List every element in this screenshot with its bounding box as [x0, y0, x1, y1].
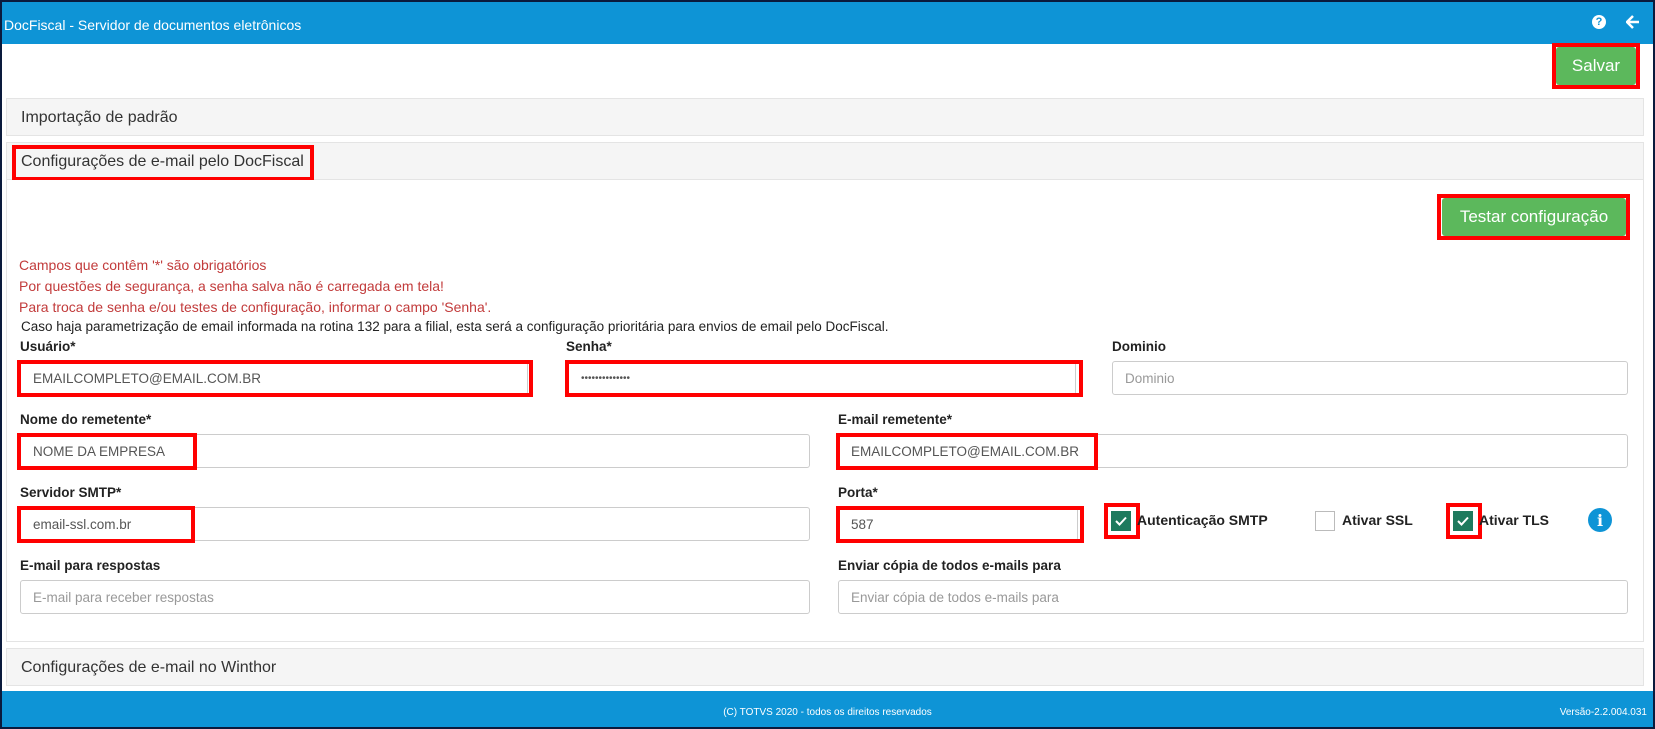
warning-security: Por questões de segurança, a senha salva…	[19, 278, 444, 294]
respostas-input[interactable]	[20, 580, 810, 614]
usuario-label: Usuário*	[20, 339, 76, 354]
ssl-label: Ativar SSL	[1342, 512, 1413, 528]
remetente-nome-highlight	[17, 433, 197, 470]
app-title: DocFiscal - Servidor de documentos eletr…	[4, 16, 302, 33]
warning-password: Para troca de senha e/ou testes de confi…	[19, 299, 492, 315]
test-button-highlight	[1437, 194, 1630, 240]
info-icon[interactable]: i	[1588, 508, 1612, 532]
panel-title-highlight	[12, 145, 314, 181]
save-highlight	[1552, 43, 1640, 89]
smtp-highlight	[17, 506, 195, 543]
respostas-label: E-mail para respostas	[20, 558, 161, 573]
copia-label: Enviar cópia de todos e-mails para	[838, 558, 1061, 573]
warning-required: Campos que contêm '*' são obrigatórios	[19, 257, 267, 273]
porta-label: Porta*	[838, 485, 878, 500]
ssl-checkbox[interactable]	[1315, 511, 1335, 531]
panel-email-winthor-header[interactable]: Configurações de e-mail no Winthor	[6, 648, 1644, 686]
tls-label: Ativar TLS	[1479, 512, 1550, 528]
help-icon[interactable]: ?	[1591, 14, 1607, 30]
top-bar-icons: ?	[1591, 14, 1641, 30]
dominio-label: Dominio	[1112, 339, 1166, 354]
tls-highlight	[1446, 503, 1482, 539]
senha-label: Senha*	[566, 339, 612, 354]
panel-import-header[interactable]: Importação de padrão	[6, 98, 1644, 136]
smtp-label: Servidor SMTP*	[20, 485, 122, 500]
auth-smtp-highlight	[1104, 503, 1140, 539]
remetente-email-highlight	[836, 433, 1098, 470]
footer: (C) TOTVS 2020 - todos os direitos reser…	[2, 691, 1653, 727]
usuario-highlight	[17, 360, 533, 397]
arrow-left-icon[interactable]	[1625, 14, 1641, 30]
footer-copyright: (C) TOTVS 2020 - todos os direitos reser…	[723, 707, 932, 718]
top-bar: DocFiscal - Servidor de documentos eletr…	[2, 2, 1653, 44]
dominio-input[interactable]	[1112, 361, 1628, 395]
remetente-nome-label: Nome do remetente*	[20, 412, 152, 427]
footer-version: Versão-2.2.004.031	[1559, 707, 1647, 718]
copia-input[interactable]	[838, 580, 1628, 614]
senha-highlight	[565, 360, 1083, 397]
porta-highlight	[836, 506, 1084, 543]
remetente-email-label: E-mail remetente*	[838, 412, 953, 427]
panel-email-docfiscal-body	[6, 180, 1644, 642]
priority-note: Caso haja parametrização de email inform…	[21, 319, 889, 334]
auth-smtp-label: Autenticação SMTP	[1137, 512, 1268, 528]
